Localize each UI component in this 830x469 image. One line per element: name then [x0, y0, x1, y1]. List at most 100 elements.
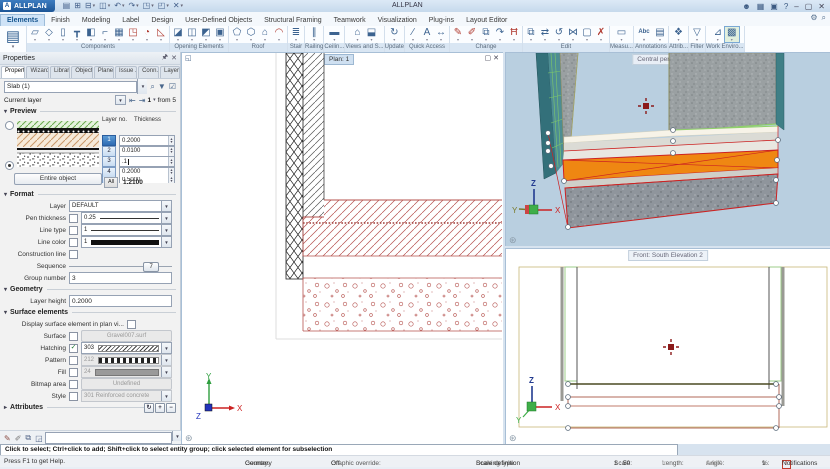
- user-icon[interactable]: ☻: [742, 2, 750, 11]
- add-attribute-icon[interactable]: +: [155, 403, 165, 413]
- copy-format-icon[interactable]: ⧉: [25, 433, 31, 443]
- close-icon[interactable]: ✕: [171, 54, 177, 62]
- app-menu-button[interactable]: A ALLPLAN: [0, 0, 55, 12]
- format-section-header[interactable]: ▾ Format: [0, 189, 180, 200]
- close-icon[interactable]: ✕: [818, 2, 825, 11]
- compass-icon[interactable]: ⊛: [509, 434, 517, 443]
- pin-icon[interactable]: 🖈: [162, 53, 168, 64]
- entire-object-radio[interactable]: [5, 161, 14, 170]
- stair-icon[interactable]: ≣▾: [289, 27, 303, 42]
- palette-tab-layers[interactable]: Layers: [160, 66, 180, 78]
- transfer-properties-icon[interactable]: ✐: [15, 434, 22, 443]
- geometry-section-header[interactable]: ▾ Geometry: [0, 284, 180, 295]
- undo-icon[interactable]: ↶▾: [114, 2, 124, 10]
- measure-icon[interactable]: ▭▾: [614, 27, 628, 42]
- filter-icon[interactable]: ▽▾: [690, 27, 704, 42]
- facade-icon[interactable]: ◇▾: [42, 27, 56, 42]
- corner-window-icon[interactable]: ◩▾: [199, 27, 213, 42]
- windows-icon[interactable]: ◰▾: [158, 2, 169, 10]
- text-annotation-icon[interactable]: Abc▾: [635, 27, 653, 42]
- components-launcher-icon[interactable]: ▤ ▾: [0, 26, 27, 52]
- menu-tab-plug-ins[interactable]: Plug-ins: [423, 15, 460, 26]
- redo-icon[interactable]: ↷▾: [128, 2, 138, 10]
- palettes-icon[interactable]: ▦: [757, 2, 765, 11]
- column-icon[interactable]: ▯▾: [56, 27, 70, 42]
- recess-icon[interactable]: ▣▾: [213, 27, 227, 42]
- scale-icon[interactable]: ⊿▾: [711, 27, 725, 42]
- menu-tab-label[interactable]: Label: [116, 15, 145, 26]
- style-checkbox[interactable]: [69, 392, 78, 401]
- palette-tab-objects[interactable]: Objects: [71, 66, 93, 78]
- tools-icon[interactable]: ✕▾: [173, 2, 183, 10]
- wall-icon[interactable]: ▱▾: [28, 27, 42, 42]
- attributes-section-header[interactable]: ▸ Attributes ↻ + −: [0, 402, 180, 413]
- section-icon[interactable]: ⬓▾: [364, 27, 378, 42]
- group-number-input[interactable]: 3: [69, 272, 172, 284]
- sequence-slider-handle[interactable]: 7: [143, 262, 159, 272]
- window-icon[interactable]: ◫▾: [185, 27, 199, 42]
- viewport-plan[interactable]: ◱ Plan: 1 ▢✕: [181, 52, 505, 446]
- layer-number-cell[interactable]: 1: [102, 135, 116, 146]
- dormer-icon[interactable]: ◠▾: [272, 27, 286, 42]
- viewport-perspective[interactable]: Central perspective:3: [505, 52, 830, 248]
- beam-icon[interactable]: ┳▾: [70, 27, 84, 42]
- help-icon[interactable]: ?: [784, 2, 788, 11]
- open-icon[interactable]: ⊞: [74, 2, 81, 10]
- modify-icon[interactable]: ✐▾: [465, 27, 479, 42]
- upstand-icon[interactable]: ◧▾: [84, 27, 98, 42]
- rotate-icon[interactable]: ↺▾: [552, 27, 566, 42]
- match-properties-icon[interactable]: ✎: [4, 434, 11, 443]
- ceiling-icon[interactable]: ▬▾: [327, 27, 341, 42]
- thickness-input[interactable]: 0.0100▲▼: [119, 146, 175, 157]
- bitmap-area-button[interactable]: Undefined: [81, 378, 172, 390]
- spinner-icon[interactable]: ▲▼: [168, 147, 174, 156]
- paste-format-icon[interactable]: ◲: [35, 434, 43, 443]
- fill-checkbox[interactable]: [69, 368, 78, 377]
- style-combo[interactable]: 301 Reinforced concrete ▼: [81, 390, 172, 402]
- move-icon[interactable]: ⇄▾: [538, 27, 552, 42]
- menu-tab-modeling[interactable]: Modeling: [76, 15, 116, 26]
- save-icon[interactable]: ⊟▾: [85, 2, 95, 10]
- menu-tab-user-defined-objects[interactable]: User-Defined Objects: [179, 15, 258, 26]
- surface-elements-section-header[interactable]: ▾ Surface elements: [0, 307, 180, 318]
- shop-icon[interactable]: ▣: [770, 2, 778, 11]
- viewport-elevation[interactable]: Front: South Elevation 2: [505, 248, 830, 446]
- ramp-icon[interactable]: ◺▾: [154, 27, 168, 42]
- workspace-icon[interactable]: ▩▾: [725, 27, 739, 42]
- line-type-combo[interactable]: 1 ▼: [81, 224, 172, 236]
- attributes-icon[interactable]: ❖▾: [671, 27, 685, 42]
- copy-icon[interactable]: ◫▾: [99, 2, 110, 10]
- all-layers-cell[interactable]: All: [104, 177, 118, 188]
- hatching-combo[interactable]: 303 ▼: [81, 342, 172, 354]
- layer-number-cell[interactable]: 4: [102, 167, 116, 178]
- line-color-checkbox[interactable]: [69, 238, 78, 247]
- text-icon[interactable]: A▾: [420, 27, 434, 42]
- pen-thickness-checkbox[interactable]: [69, 214, 78, 223]
- mirror-icon[interactable]: ⋈▾: [566, 27, 580, 42]
- pattern-combo[interactable]: 212 ▼: [81, 354, 172, 366]
- door-icon[interactable]: ◪▾: [171, 27, 185, 42]
- dimension-icon[interactable]: ↔▾: [434, 27, 448, 42]
- compass-icon[interactable]: ⊛: [509, 236, 517, 245]
- thickness-input[interactable]: 0.2000▲▼: [119, 135, 175, 146]
- layer-combo[interactable]: DEFAULT ▼: [69, 200, 172, 212]
- remove-attribute-icon[interactable]: −: [166, 403, 176, 413]
- delete-icon[interactable]: ✗▾: [594, 27, 608, 42]
- spinner-icon[interactable]: ▲▼: [168, 177, 174, 183]
- spinner-icon[interactable]: ▲▼: [168, 168, 174, 177]
- roof-plane-icon[interactable]: ⬠▾: [230, 27, 244, 42]
- menu-tab-elements[interactable]: Elements: [0, 14, 45, 26]
- palette-tab-library[interactable]: Library: [50, 66, 70, 78]
- spinner-icon[interactable]: ▲▼: [168, 136, 174, 145]
- layer-number-cell[interactable]: 2: [102, 146, 116, 157]
- rotation-center-handle[interactable]: [663, 339, 679, 355]
- view-icon[interactable]: ⌂▾: [350, 27, 364, 42]
- select-all-icon[interactable]: ☑: [169, 82, 176, 91]
- hatching-checkbox[interactable]: ✓: [69, 344, 78, 353]
- line-type-checkbox[interactable]: [69, 226, 78, 235]
- filter-selection-icon[interactable]: ▼: [158, 82, 166, 91]
- surface-checkbox[interactable]: [69, 332, 78, 341]
- palette-tab-wizards[interactable]: Wizards: [26, 66, 48, 78]
- rotation-center-handle[interactable]: [638, 98, 654, 114]
- entire-object-button[interactable]: Entire object: [14, 173, 102, 185]
